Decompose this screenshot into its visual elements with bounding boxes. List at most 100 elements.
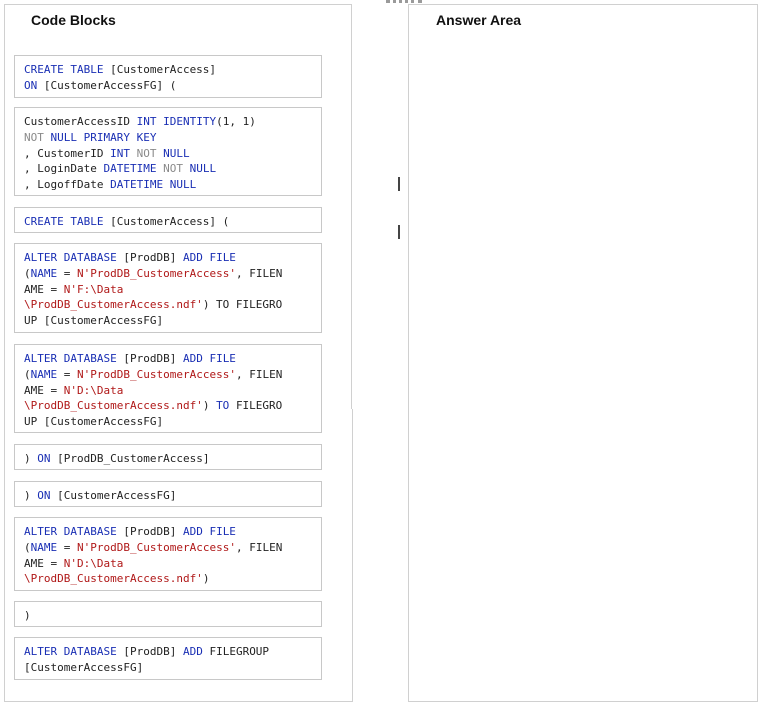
code-blocks-title: Code Blocks — [31, 12, 116, 28]
code-block-create-table[interactable]: CREATE TABLE [CustomerAccess] ( — [14, 207, 322, 233]
code-token: [CustomerAccessFG] — [24, 660, 144, 674]
code-block-alter-db-add-file-d-to-fg[interactable]: ALTER DATABASE [ProdDB] ADD FILE (NAME = … — [14, 344, 322, 433]
code-token: UP [CustomerAccessFG] — [24, 415, 164, 429]
code-token: N'D:\Data — [63, 556, 124, 570]
code-token: , FILEN — [235, 367, 283, 381]
code-token: ON — [24, 78, 44, 92]
code-token: CREATE TABLE — [24, 215, 111, 228]
divider-tick — [398, 177, 400, 191]
code-token: DATETIME — [110, 178, 170, 192]
code-block-columns-definition[interactable]: CustomerAccessID INT IDENTITY(1, 1) NOT N… — [14, 107, 322, 196]
code-token: , FILEN — [235, 266, 283, 280]
code-token: ALTER DATABASE — [24, 525, 124, 538]
code-token: INT — [136, 115, 164, 128]
code-line: CREATE TABLE [CustomerAccess] ( — [24, 214, 312, 230]
code-block-on-proddb-customeraccess[interactable]: ) ON [ProdDB_CustomerAccess] — [14, 444, 322, 470]
code-line: ALTER DATABASE [ProdDB] ADD FILE — [24, 524, 312, 540]
code-line: , CustomerID INT NOT NULL — [24, 146, 312, 162]
code-block-create-table-on-fg[interactable]: CREATE TABLE [CustomerAccess] ON [Custome… — [14, 55, 322, 98]
code-block-on-customeraccessfg[interactable]: ) ON [CustomerAccessFG] — [14, 481, 322, 507]
code-token: ) — [24, 609, 31, 622]
code-token: ALTER DATABASE — [24, 645, 124, 658]
code-block-alter-db-add-filegroup[interactable]: ALTER DATABASE [ProdDB] ADD FILEGROUP [Cu… — [14, 637, 322, 680]
code-token: ADD FILE — [182, 352, 236, 365]
code-token: FILEGRO — [235, 399, 283, 413]
code-block-alter-db-add-file-f-to-fg[interactable]: ALTER DATABASE [ProdDB] ADD FILE (NAME = … — [14, 243, 322, 333]
code-token: ) TO FILEGRO — [202, 298, 283, 312]
code-token: , FILEN — [235, 540, 283, 554]
code-token: [ProdDB_CustomerAccess] — [57, 452, 210, 465]
code-token: N'ProdDB_CustomerAccess' — [77, 540, 236, 554]
code-line: (NAME = N'ProdDB_CustomerAccess', FILEN — [24, 367, 312, 383]
code-token: ON — [37, 489, 58, 502]
code-line: [CustomerAccessFG] — [24, 660, 312, 676]
code-token: [CustomerAccess] — [110, 63, 217, 76]
code-token: NAME — [30, 540, 64, 554]
code-token: [ProdDB] — [123, 352, 183, 365]
code-token: , LoginDate — [24, 162, 104, 176]
code-token: N'ProdDB_CustomerAccess' — [77, 367, 236, 381]
code-line: , LoginDate DATETIME NOT NULL — [24, 161, 312, 177]
code-line: , LogoffDate DATETIME NULL — [24, 177, 312, 193]
code-token: NULL — [163, 146, 190, 160]
code-line: \ProdDB_CustomerAccess.ndf') TO FILEGRO — [24, 297, 312, 313]
code-token: ON — [37, 452, 58, 465]
code-token: NAME — [30, 367, 64, 381]
code-token: AME = — [24, 383, 64, 397]
code-token: AME = — [24, 556, 64, 570]
code-token: ( — [24, 540, 31, 554]
code-token: NULL — [169, 178, 197, 192]
code-token: [CustomerAccess] ( — [110, 215, 230, 228]
code-token: CREATE TABLE — [24, 63, 111, 76]
code-token: NOT — [136, 146, 164, 160]
code-token: ) — [202, 399, 217, 413]
code-token: INT — [110, 146, 137, 160]
divider-tick — [398, 225, 400, 239]
code-token: N'ProdDB_CustomerAccess' — [77, 266, 236, 280]
code-token: NOT — [24, 130, 51, 144]
code-token: = — [63, 367, 77, 381]
code-token: NAME — [30, 266, 64, 280]
code-token: , LogoffDate — [24, 178, 111, 192]
code-token: N'F:\Data — [63, 282, 124, 296]
code-token: ) — [202, 572, 210, 586]
code-token: DATETIME — [103, 162, 164, 176]
code-token: TO — [216, 399, 236, 413]
code-token: = — [63, 266, 77, 280]
code-token: NULL — [189, 162, 217, 176]
answer-area-title: Answer Area — [436, 12, 522, 28]
code-token: ) — [24, 452, 38, 465]
code-token: IDENTITY — [163, 115, 217, 128]
code-line: (NAME = N'ProdDB_CustomerAccess', FILEN — [24, 266, 312, 282]
code-line: \ProdDB_CustomerAccess.ndf') — [24, 571, 312, 587]
code-token: ) — [24, 489, 38, 502]
code-token: ADD — [182, 645, 210, 658]
code-line: CREATE TABLE [CustomerAccess] — [24, 62, 312, 78]
code-block-alter-db-add-file-d[interactable]: ALTER DATABASE [ProdDB] ADD FILE (NAME = … — [14, 517, 322, 591]
code-line: ) ON [ProdDB_CustomerAccess] — [24, 451, 312, 467]
code-token: N'D:\Data — [63, 383, 124, 397]
code-token: FILEGROUP — [209, 645, 270, 658]
code-token: [CustomerAccessFG] — [57, 489, 177, 502]
code-token: \ProdDB_CustomerAccess.ndf' — [24, 298, 203, 312]
code-block-close-paren[interactable]: ) — [14, 601, 322, 627]
code-line: UP [CustomerAccessFG] — [24, 414, 312, 430]
code-token: [ProdDB] — [123, 525, 183, 538]
code-line: NOT NULL PRIMARY KEY — [24, 130, 312, 146]
code-token: CustomerAccessID — [24, 115, 137, 128]
code-line: \ProdDB_CustomerAccess.ndf') TO FILEGRO — [24, 398, 312, 414]
code-token: ( — [24, 266, 31, 280]
code-line: AME = N'D:\Data — [24, 383, 312, 399]
code-line: AME = N'F:\Data — [24, 282, 312, 298]
code-token: ALTER DATABASE — [24, 251, 124, 264]
code-token: ADD FILE — [182, 251, 236, 264]
code-token: , CustomerID — [24, 146, 111, 160]
code-line: ALTER DATABASE [ProdDB] ADD FILEGROUP — [24, 644, 312, 660]
code-token: \ProdDB_CustomerAccess.ndf' — [24, 399, 203, 413]
code-token: AME = — [24, 282, 64, 296]
code-token: [CustomerAccessFG] ( — [43, 78, 177, 92]
code-line: ALTER DATABASE [ProdDB] ADD FILE — [24, 351, 312, 367]
code-token: ( — [24, 367, 31, 381]
answer-area-panel[interactable] — [408, 4, 758, 702]
code-token: ALTER DATABASE — [24, 352, 124, 365]
